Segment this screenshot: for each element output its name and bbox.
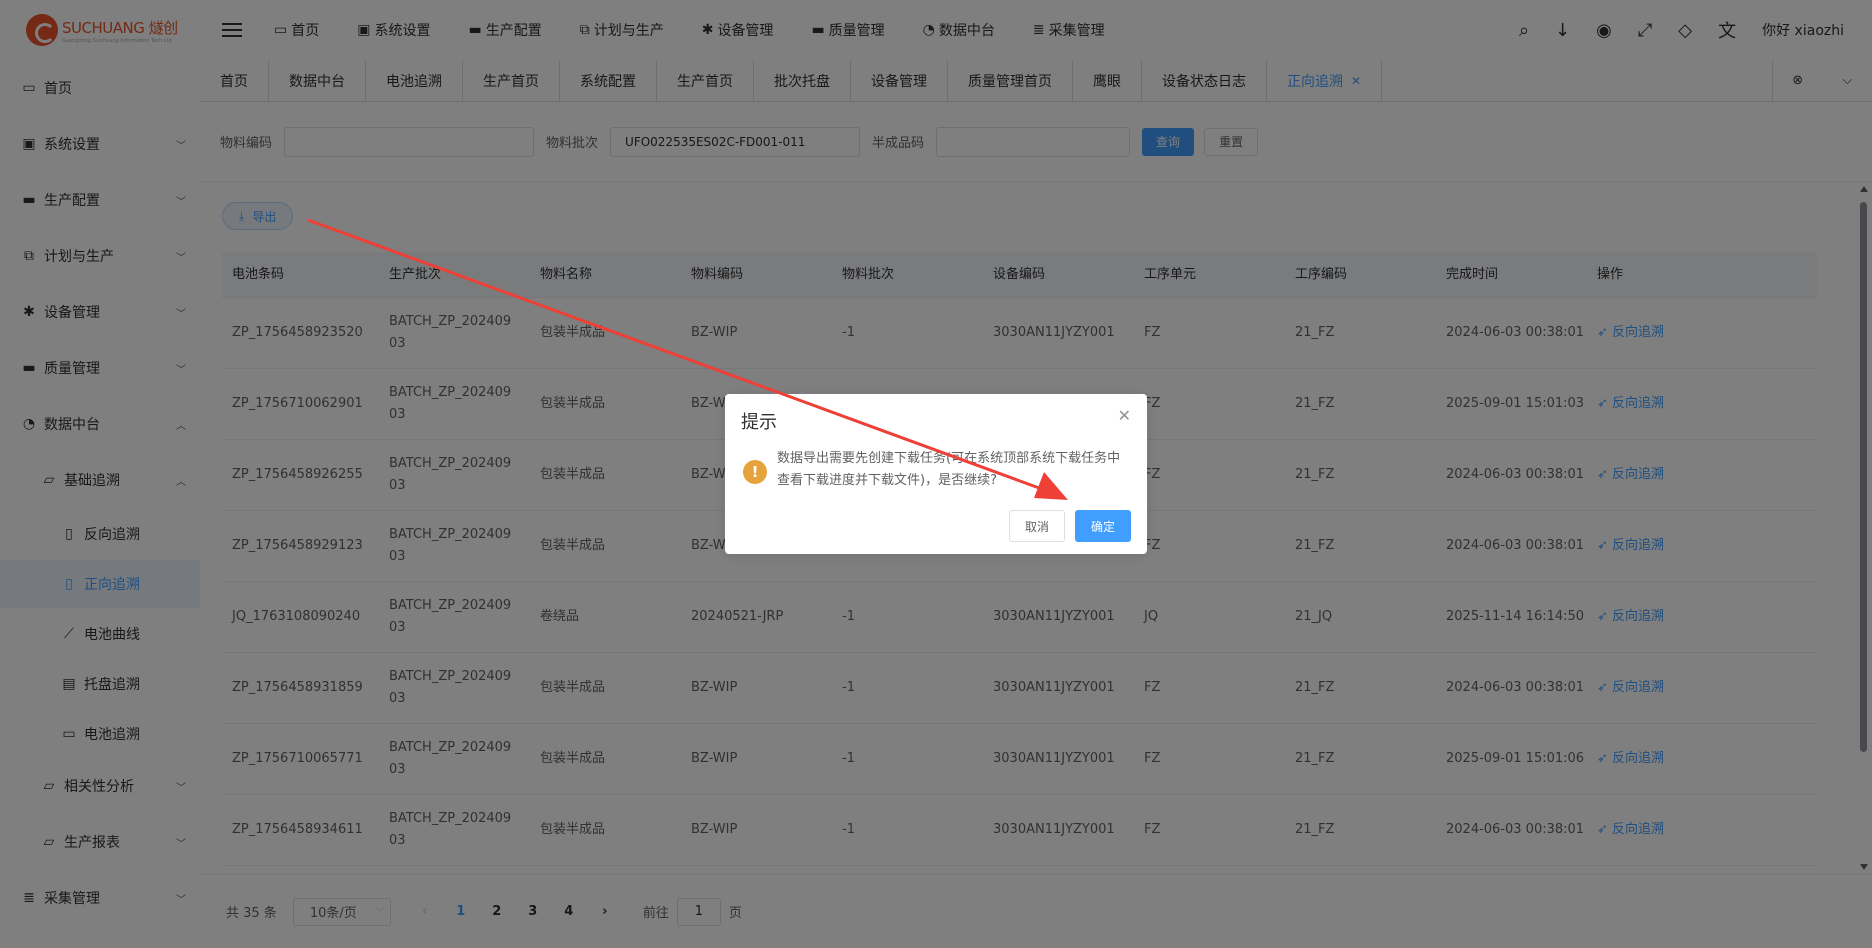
dialog-message: 数据导出需要先创建下载任务(可在系统顶部系统下载任务中查看下载进度并下载文件)，… <box>777 451 1121 488</box>
warning-icon: ! <box>743 460 767 484</box>
close-icon[interactable]: ✕ <box>1118 406 1131 425</box>
confirm-button[interactable]: 确定 <box>1075 510 1131 542</box>
cancel-button[interactable]: 取消 <box>1009 510 1065 542</box>
dialog-title: 提示 <box>741 412 777 433</box>
confirm-dialog: 提示 ✕ ! 数据导出需要先创建下载任务(可在系统顶部系统下载任务中查看下载进度… <box>725 394 1147 554</box>
